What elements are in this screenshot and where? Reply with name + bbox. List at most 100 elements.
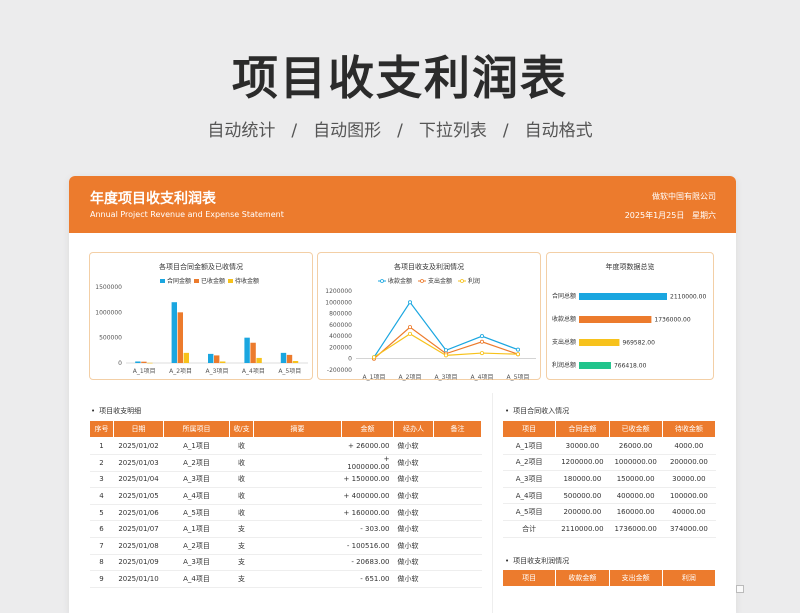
table-row[interactable]: A_1项目 30000.00 26000.00 4000.00 [502, 437, 716, 455]
bar [141, 361, 147, 363]
table-cell: 收 [229, 454, 254, 472]
table-row[interactable]: 1 2025/01/02 A_1项目收 + 26000.00 做小软 [89, 437, 482, 455]
table-row[interactable]: 3 2025/01/04 A_3项目收 + 150000.00 做小软 [89, 471, 482, 489]
table-row[interactable]: 2 2025/01/03 A_2项目收 + 1000000.00 做小软 [89, 454, 482, 472]
data-label: 969582.00 [622, 340, 655, 347]
bar [579, 362, 611, 369]
table-row[interactable]: 5 2025/01/06 A_5项目收 + 160000.00 做小软 [89, 504, 482, 522]
table-row[interactable]: 6 2025/01/07 A_1项目支 - 303.00 做小软 [89, 520, 482, 538]
table-cell [253, 554, 342, 572]
table-row[interactable]: 9 2025/01/10 A_4项目支 - 651.00 做小软 [89, 570, 482, 588]
feature-separator: / [291, 121, 298, 141]
table-cell: 1 [89, 437, 114, 455]
table-row[interactable]: 合计 2110000.00 1736000.00 374000.00 [502, 520, 716, 538]
y-tick-label: 800000 [329, 311, 352, 318]
data-label: 766418.00 [614, 363, 647, 370]
chart-revenue-card: 各项目收支及利润情况 收款金额 支出金额 利润 1200000 1000000 80000… [317, 252, 541, 381]
table-cell: A_3项目 [502, 470, 556, 488]
table-cell [253, 520, 342, 538]
y-tick-label: 500000 [99, 335, 122, 342]
legend-marker [380, 279, 384, 283]
table-cell: + 1000000.00 [341, 454, 394, 472]
bar [214, 355, 220, 363]
table-cell: 收 [229, 487, 254, 505]
table-row[interactable]: 4 2025/01/05 A_4项目收 + 400000.00 做小软 [89, 487, 482, 505]
table-cell: 2025/01/02 [113, 437, 164, 455]
column-header: 日期 [113, 420, 164, 438]
bar [183, 352, 189, 363]
table-cell [253, 471, 342, 489]
table-cell: 支 [229, 520, 254, 538]
table-cell: 收 [229, 504, 254, 522]
table-cell [253, 504, 342, 522]
profit-section-title: 项目收支利润情况 [505, 556, 569, 566]
table-cell: + 26000.00 [341, 437, 394, 455]
table-cell: A_5项目 [163, 504, 230, 522]
table-cell [253, 487, 342, 505]
detail-section-title: 项目收支明细 [91, 406, 141, 416]
bar [286, 354, 293, 363]
contract-bar-chart: 合同金额 已收金额 待收金额 1500000 1000000 500000 0 A_1项目 A_… [95, 277, 308, 375]
y-tick-label: 1000000 [325, 299, 352, 306]
table-cell [433, 520, 482, 538]
table-cell: - 100516.00 [341, 537, 394, 555]
feature-separator: / [502, 121, 509, 141]
column-header: 收款金额 [555, 569, 610, 587]
category-label: 收款总额 [552, 315, 576, 323]
bar [250, 342, 256, 363]
y-tick-label: 1500000 [95, 284, 122, 291]
table-cell: 26000.00 [609, 437, 663, 455]
table-cell: 做小软 [393, 554, 434, 572]
column-header: 已收金额 [608, 420, 663, 438]
y-tick-label: -200000 [327, 367, 352, 374]
table-cell: 200000.00 [555, 503, 609, 521]
table-cell: 2025/01/10 [113, 570, 164, 588]
scroll-corner[interactable] [736, 585, 744, 593]
table-row[interactable]: A_2项目 1200000.00 1000000.00 200000.00 [502, 454, 716, 472]
table-cell: 7 [89, 537, 114, 555]
data-point [515, 347, 520, 352]
y-tick-label: 600000 [329, 322, 352, 329]
x-tick-label: A_2项目 [169, 368, 192, 375]
bar [256, 357, 262, 363]
data-point [408, 331, 413, 336]
column-header: 金额 [341, 420, 394, 438]
overview-hbar-chart: 合同总额 2110000.00 收款总额 1736000.00 支出总额 969582.0… [552, 292, 706, 370]
y-tick-label: 1200000 [325, 288, 352, 295]
table-cell: 做小软 [393, 520, 434, 538]
table-cell: 1736000.00 [609, 520, 663, 538]
data-point [479, 351, 484, 356]
table-cell: 做小软 [393, 487, 434, 505]
table-row[interactable]: A_3项目 180000.00 150000.00 30000.00 [502, 470, 716, 488]
table-cell: 40000.00 [662, 503, 716, 521]
table-cell [433, 504, 482, 522]
sheet-banner: 年度项目收支利润表 Annual Project Revenue and Exp… [69, 176, 736, 233]
y-tick-label: 400000 [329, 333, 352, 340]
bar [579, 293, 667, 300]
x-tick-label: A_2项目 [399, 374, 422, 381]
data-point [444, 348, 449, 353]
x-tick-label: A_3项目 [206, 368, 229, 375]
table-cell: 做小软 [393, 537, 434, 555]
table-cell: 150000.00 [609, 470, 663, 488]
table-cell [433, 437, 482, 455]
x-tick-label: A_5项目 [278, 368, 301, 375]
x-tick-label: A_1项目 [363, 374, 386, 381]
bar [177, 312, 183, 363]
table-cell: 支 [229, 537, 254, 555]
income-table: 项目 合同金额 已收金额 待收金额 A_1项目 30000.00 26000.00 4000… [501, 420, 717, 538]
table-cell: 4 [89, 487, 114, 505]
table-row[interactable]: 7 2025/01/08 A_2项目支 - 100516.00 做小软 [89, 537, 482, 555]
table-row[interactable]: 8 2025/01/09 A_3项目支 - 20683.00 做小软 [89, 554, 482, 572]
legend-label: 合同金额 [167, 277, 191, 285]
table-cell: 160000.00 [609, 503, 663, 521]
table-cell: 2025/01/08 [113, 537, 164, 555]
x-tick-label: A_4项目 [242, 368, 265, 375]
data-point [444, 353, 449, 358]
table-cell [253, 537, 342, 555]
table-row[interactable]: A_4项目 500000.00 400000.00 100000.00 [502, 487, 716, 505]
table-cell: 合计 [502, 520, 556, 538]
table-row[interactable]: A_5项目 200000.00 160000.00 40000.00 [502, 503, 716, 521]
table-cell: 500000.00 [555, 487, 609, 505]
table-cell: 2025/01/09 [113, 554, 164, 572]
